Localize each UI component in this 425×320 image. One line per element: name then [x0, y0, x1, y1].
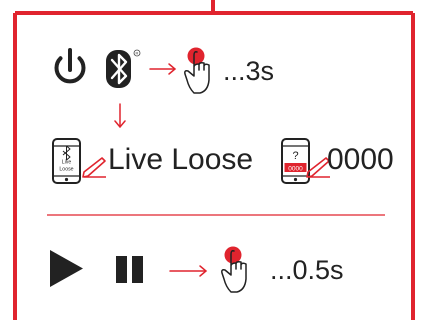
device-name-label: Live Loose	[108, 143, 254, 176]
phone-screen-line-1: Live	[62, 160, 72, 166]
pin-code-label: 0000	[327, 143, 394, 176]
registered-mark-icon: R	[133, 49, 141, 57]
svg-text:R: R	[136, 51, 139, 56]
hold-duration-label: ...3s	[223, 56, 275, 86]
arrow-icon	[169, 265, 208, 277]
pin-prompt: ?	[292, 150, 298, 162]
tap-hand-icon	[184, 47, 210, 94]
pencil-icon	[82, 157, 106, 178]
arrow-icon	[114, 103, 126, 129]
power-icon	[54, 48, 86, 84]
instruction-panel: R Live Loose ? 0000 ...3s Live Loose 000…	[0, 0, 425, 320]
tap-hand-icon	[221, 246, 247, 293]
arrow-icon	[149, 63, 177, 75]
bluetooth-icon	[106, 50, 131, 88]
phone-screen-line-2: Loose	[59, 167, 73, 173]
pin-screen-text: 0000	[288, 165, 303, 172]
pause-icon	[116, 256, 143, 283]
play-icon	[50, 250, 83, 287]
phone-code-icon: ? 0000	[281, 138, 310, 184]
phone-bluetooth-icon: Live Loose	[52, 138, 81, 184]
press-duration-label: ...0.5s	[270, 255, 344, 285]
